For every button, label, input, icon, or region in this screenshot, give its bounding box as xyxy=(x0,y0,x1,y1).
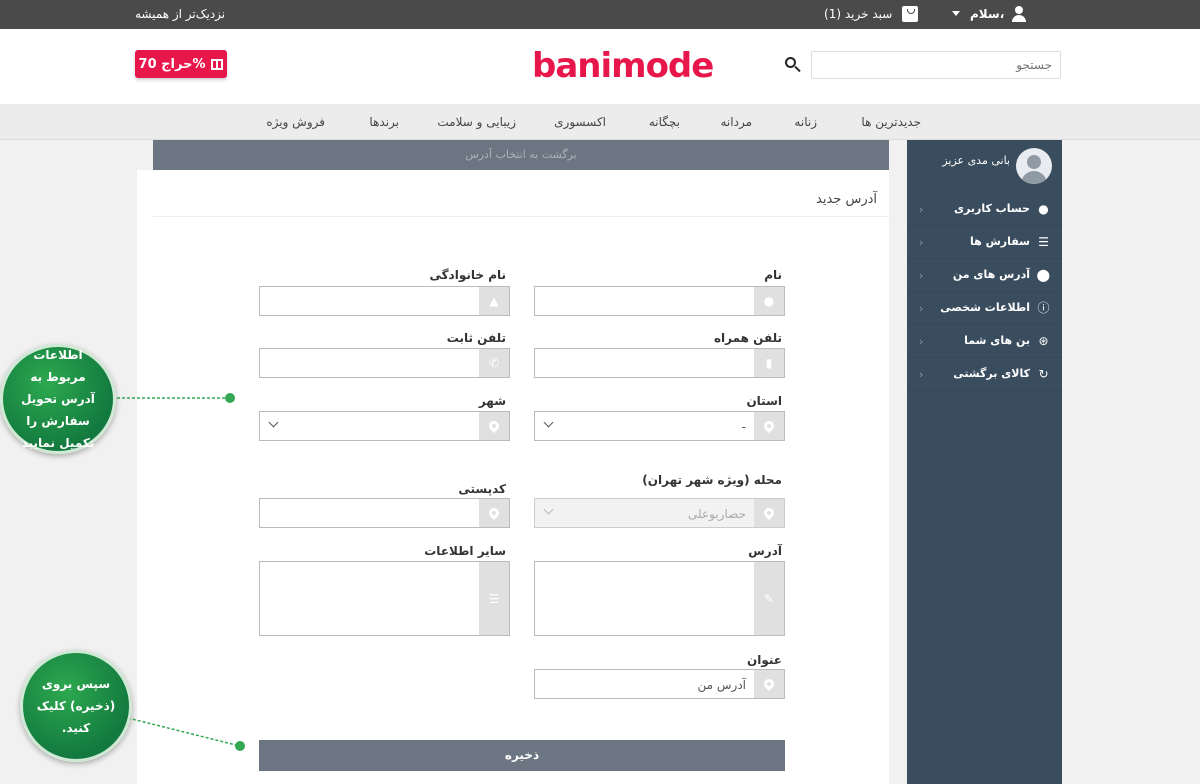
callout-bubble-fill: اطلاعات مربوط به آدرس تحویل سفارش را تکم… xyxy=(0,344,116,454)
callout-dot xyxy=(225,393,235,403)
callout-bubble-save: سپس بروی (ذخیره) کلیک کنید. xyxy=(20,650,132,762)
callout-dot xyxy=(235,741,245,751)
callout-connectors xyxy=(112,397,241,747)
